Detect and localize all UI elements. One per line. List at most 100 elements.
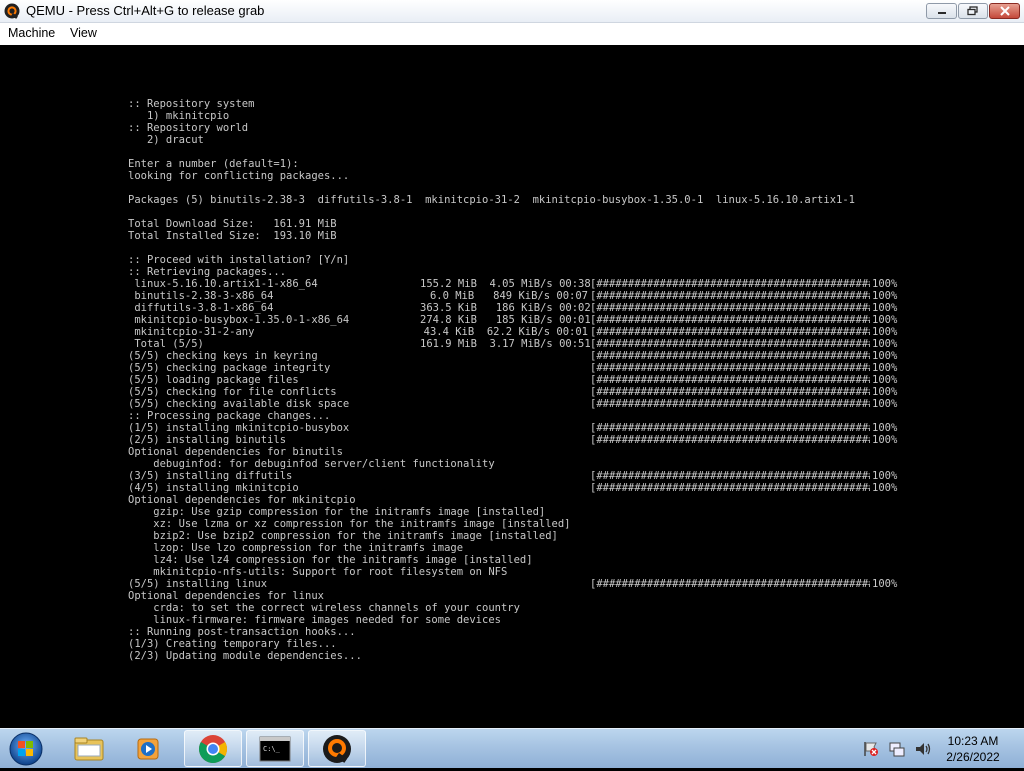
progress-percent: 100% bbox=[872, 290, 898, 302]
menu-view[interactable]: View bbox=[70, 26, 97, 40]
console-line: Packages (5) binutils-2.38-3 diffutils-3… bbox=[128, 194, 908, 206]
svg-text:C:\_: C:\_ bbox=[263, 745, 281, 753]
console-line: looking for conflicting packages... bbox=[128, 170, 908, 182]
progress-percent: 100% bbox=[872, 314, 898, 326]
console-line-text: :: Proceed with installation? [Y/n] bbox=[128, 254, 350, 266]
window-title: QEMU - Press Ctrl+Alt+G to release grab bbox=[26, 3, 265, 18]
download-stats: 6.0 MiB 849 KiB/s 00:07 bbox=[429, 290, 588, 302]
window-title-bar[interactable]: QEMU - Press Ctrl+Alt+G to release grab bbox=[0, 0, 1024, 23]
console-line-text: Enter a number (default=1): bbox=[128, 158, 299, 170]
taskbar-command-prompt[interactable]: C:\_ bbox=[246, 730, 304, 767]
console-line: (5/5) checking for file conflicts [######… bbox=[128, 386, 908, 398]
console-line-text: Total Download Size: 161.91 MiB bbox=[128, 218, 337, 230]
console-line: :: Processing package changes... bbox=[128, 410, 908, 422]
close-button[interactable] bbox=[989, 3, 1020, 19]
progress-percent: 100% bbox=[872, 278, 898, 290]
menu-bar: Machine View bbox=[0, 23, 1024, 45]
taskbar-qemu[interactable] bbox=[308, 730, 366, 767]
console-line: Optional dependencies for mkinitcpio bbox=[128, 494, 908, 506]
console-line-text: (5/5) installing linux bbox=[128, 578, 268, 590]
progress-bar: [#######################################… bbox=[590, 278, 870, 290]
console-line-text: (5/5) checking for file conflicts bbox=[128, 386, 337, 398]
console-line: (1/3) Creating temporary files... bbox=[128, 638, 908, 650]
console-line: (1/5) installing mkinitcpio-busybox [####… bbox=[128, 422, 908, 434]
progress-percent: 100% bbox=[872, 422, 898, 434]
maximize-button[interactable] bbox=[958, 3, 988, 19]
start-button[interactable] bbox=[6, 731, 46, 767]
console-line-text: diffutils-3.8-1-x86_64 bbox=[128, 302, 274, 314]
console-line: (2/5) installing binutils [##############… bbox=[128, 434, 908, 446]
minimize-icon bbox=[937, 12, 946, 14]
progress-bar: [#######################################… bbox=[590, 350, 870, 362]
progress-bar: [#######################################… bbox=[590, 434, 870, 446]
console-line-text: (5/5) checking available disk space bbox=[128, 398, 350, 410]
progress-percent: 100% bbox=[872, 398, 898, 410]
console-line: (5/5) checking keys in keyring [#########… bbox=[128, 350, 908, 362]
console-line-text: (2/5) installing binutils bbox=[128, 434, 287, 446]
menu-machine[interactable]: Machine bbox=[8, 26, 55, 40]
taskbar-clock[interactable]: 10:23 AM 2/26/2022 bbox=[930, 733, 1016, 765]
console-line-text: crda: to set the correct wireless channe… bbox=[128, 602, 520, 614]
network-icon[interactable] bbox=[888, 740, 906, 758]
console-line: mkinitcpio-31-2-any 43.4 KiB 62.2 KiB/s 0… bbox=[128, 326, 908, 338]
console-line-text: linux-5.16.10.artix1-1-x86_64 bbox=[128, 278, 318, 290]
progress-bar: [#######################################… bbox=[590, 326, 870, 338]
progress-percent: 100% bbox=[872, 482, 898, 494]
maximize-icon bbox=[967, 6, 978, 16]
console-line: :: Running post-transaction hooks... bbox=[128, 626, 908, 638]
progress-bar: [#######################################… bbox=[590, 470, 870, 482]
download-stats: 363.5 KiB 186 KiB/s 00:02 bbox=[420, 302, 591, 314]
console-line-text: bzip2: Use bzip2 compression for the ini… bbox=[128, 530, 558, 542]
progress-percent: 100% bbox=[872, 350, 898, 362]
progress-percent: 100% bbox=[872, 386, 898, 398]
progress-bar: [#######################################… bbox=[590, 314, 870, 326]
action-center-flag-icon[interactable] bbox=[862, 740, 880, 758]
progress-bar: [#######################################… bbox=[590, 398, 870, 410]
progress-bar: [#######################################… bbox=[590, 422, 870, 434]
minimize-button[interactable] bbox=[926, 3, 957, 19]
console-line: debuginfod: for debuginfod server/client… bbox=[128, 458, 908, 470]
qemu-icon bbox=[323, 734, 351, 763]
console-line-text: linux-firmware: firmware images needed f… bbox=[128, 614, 501, 626]
console-line-text: debuginfod: for debuginfod server/client… bbox=[128, 458, 495, 470]
progress-bar: [#######################################… bbox=[590, 290, 870, 302]
console-line-text: xz: Use lzma or xz compression for the i… bbox=[128, 518, 571, 530]
taskbar-media-player[interactable] bbox=[120, 730, 178, 767]
console-line: 2) dracut bbox=[128, 134, 908, 146]
progress-bar: [#######################################… bbox=[590, 302, 870, 314]
taskbar-file-explorer[interactable] bbox=[60, 730, 118, 767]
console-line: linux-firmware: firmware images needed f… bbox=[128, 614, 908, 626]
console-line: 1) mkinitcpio bbox=[128, 110, 908, 122]
console-line-text: (1/5) installing mkinitcpio-busybox bbox=[128, 422, 350, 434]
console-line: Enter a number (default=1): bbox=[128, 158, 908, 170]
console-line-text: :: Repository world bbox=[128, 122, 249, 134]
progress-bar: [#######################################… bbox=[590, 374, 870, 386]
console-line: (5/5) checking available disk space [####… bbox=[128, 398, 908, 410]
download-stats: 161.9 MiB 3.17 MiB/s 00:51 bbox=[420, 338, 591, 350]
console-line: (3/5) installing diffutils [#############… bbox=[128, 470, 908, 482]
progress-bar: [#######################################… bbox=[590, 578, 870, 590]
progress-percent: 100% bbox=[872, 470, 898, 482]
console-line: Total (5/5) 161.9 MiB 3.17 MiB/s 00:51 [##… bbox=[128, 338, 908, 350]
console-line: binutils-2.38-3-x86_64 6.0 MiB 849 KiB/s … bbox=[128, 290, 908, 302]
console-line: (4/5) installing mkinitcpio [############… bbox=[128, 482, 908, 494]
console-line-text: Optional dependencies for binutils bbox=[128, 446, 343, 458]
console-line: lz4: Use lz4 compression for the initram… bbox=[128, 554, 908, 566]
console-line-text: Total Installed Size: 193.10 MiB bbox=[128, 230, 337, 242]
console-line-text: Packages (5) binutils-2.38-3 diffutils-3… bbox=[128, 194, 855, 206]
console-line-text: 2) dracut bbox=[128, 134, 204, 146]
system-tray bbox=[862, 739, 932, 759]
taskbar-chrome[interactable] bbox=[184, 730, 242, 767]
console-line-text: (5/5) checking keys in keyring bbox=[128, 350, 318, 362]
qemu-logo-icon bbox=[4, 3, 20, 19]
console-line: mkinitcpio-nfs-utils: Support for root f… bbox=[128, 566, 908, 578]
console-line: linux-5.16.10.artix1-1-x86_64 155.2 MiB 4… bbox=[128, 278, 908, 290]
guest-console[interactable]: :: Repository system 1) mkinitcpio:: Rep… bbox=[0, 45, 1024, 728]
console-line-text: mkinitcpio-31-2-any bbox=[128, 326, 255, 338]
console-line-text: (3/5) installing diffutils bbox=[128, 470, 293, 482]
console-line: Optional dependencies for binutils bbox=[128, 446, 908, 458]
console-line: :: Repository system bbox=[128, 98, 908, 110]
